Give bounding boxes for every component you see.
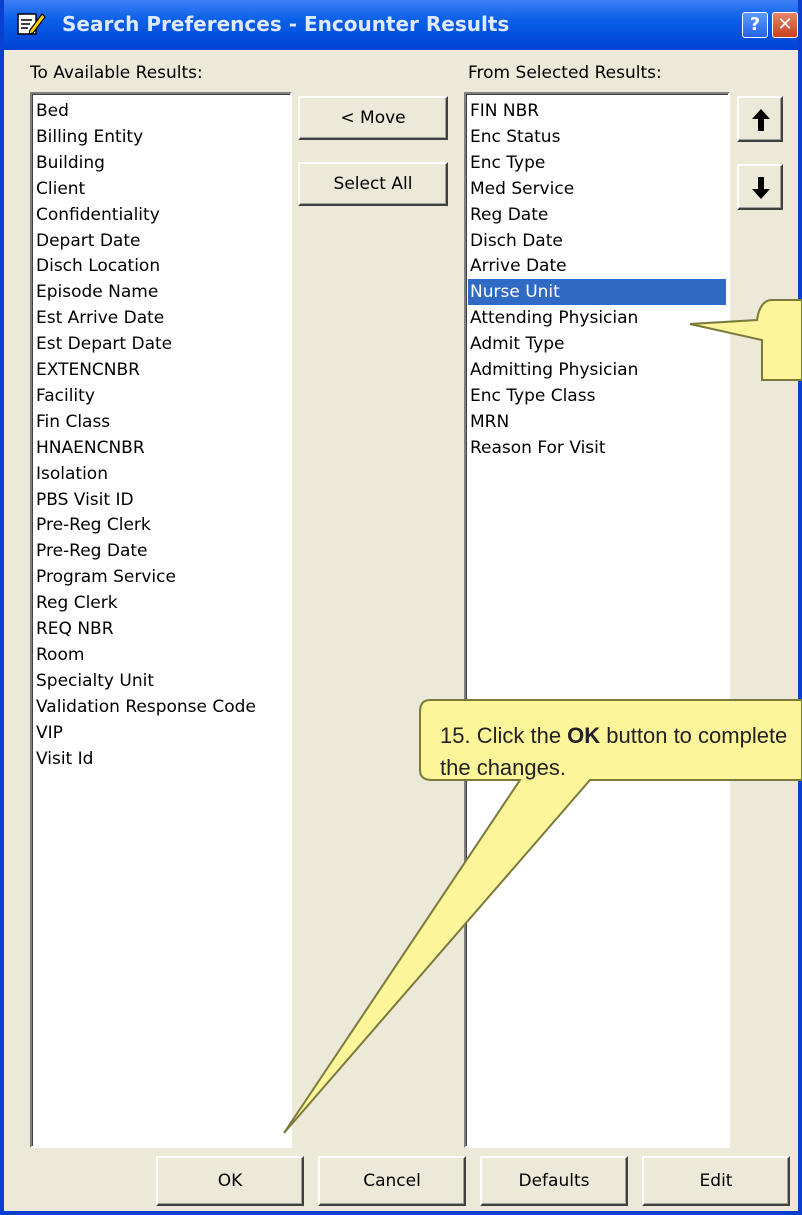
callout-pointer-attending xyxy=(689,299,802,381)
callout-text-bold: OK xyxy=(567,723,601,748)
callout-text-before: 15. Click the xyxy=(440,723,568,748)
callout-layer xyxy=(283,299,802,1134)
callout-instruction: 15. Click the OK button to complete the … xyxy=(440,720,790,784)
